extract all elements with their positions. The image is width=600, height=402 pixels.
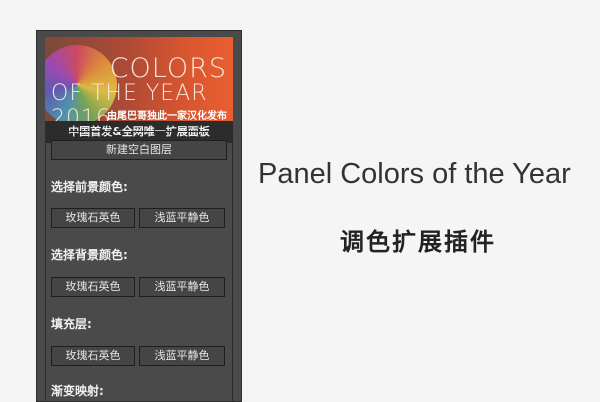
headline: Panel Colors of the Year: [258, 158, 571, 190]
panel-controls: 新建空白图层 选择前景颜色: 玫瑰石英色 浅蓝平静色 选择背景颜色: 玫瑰石英色…: [45, 131, 233, 401]
banner-subtitle: 由尾巴哥独此一家汉化发布: [107, 111, 227, 122]
extension-panel: COLORS OF THE YEAR 2016 由尾巴哥独此一家汉化发布 中国首…: [36, 30, 242, 402]
colors-of-the-year-banner: COLORS OF THE YEAR 2016 由尾巴哥独此一家汉化发布 中国首…: [45, 37, 233, 143]
foreground-rose-quartz-button[interactable]: 玫瑰石英色: [51, 208, 135, 228]
subline: 调色扩展插件: [340, 228, 496, 256]
background-color-label: 选择背景颜色:: [51, 248, 128, 262]
new-blank-layer-button[interactable]: 新建空白图层: [51, 140, 227, 160]
fill-layer-label: 填充层:: [51, 317, 92, 331]
fill-rose-quartz-button[interactable]: 玫瑰石英色: [51, 346, 135, 366]
background-rose-quartz-button[interactable]: 玫瑰石英色: [51, 277, 135, 297]
banner-title-line1: COLORS: [109, 53, 227, 84]
background-serenity-button[interactable]: 浅蓝平静色: [139, 277, 225, 297]
fill-serenity-button[interactable]: 浅蓝平静色: [139, 346, 225, 366]
foreground-serenity-button[interactable]: 浅蓝平静色: [139, 208, 225, 228]
gradient-map-label: 渐变映射:: [51, 384, 104, 398]
foreground-color-label: 选择前景颜色:: [51, 180, 128, 194]
